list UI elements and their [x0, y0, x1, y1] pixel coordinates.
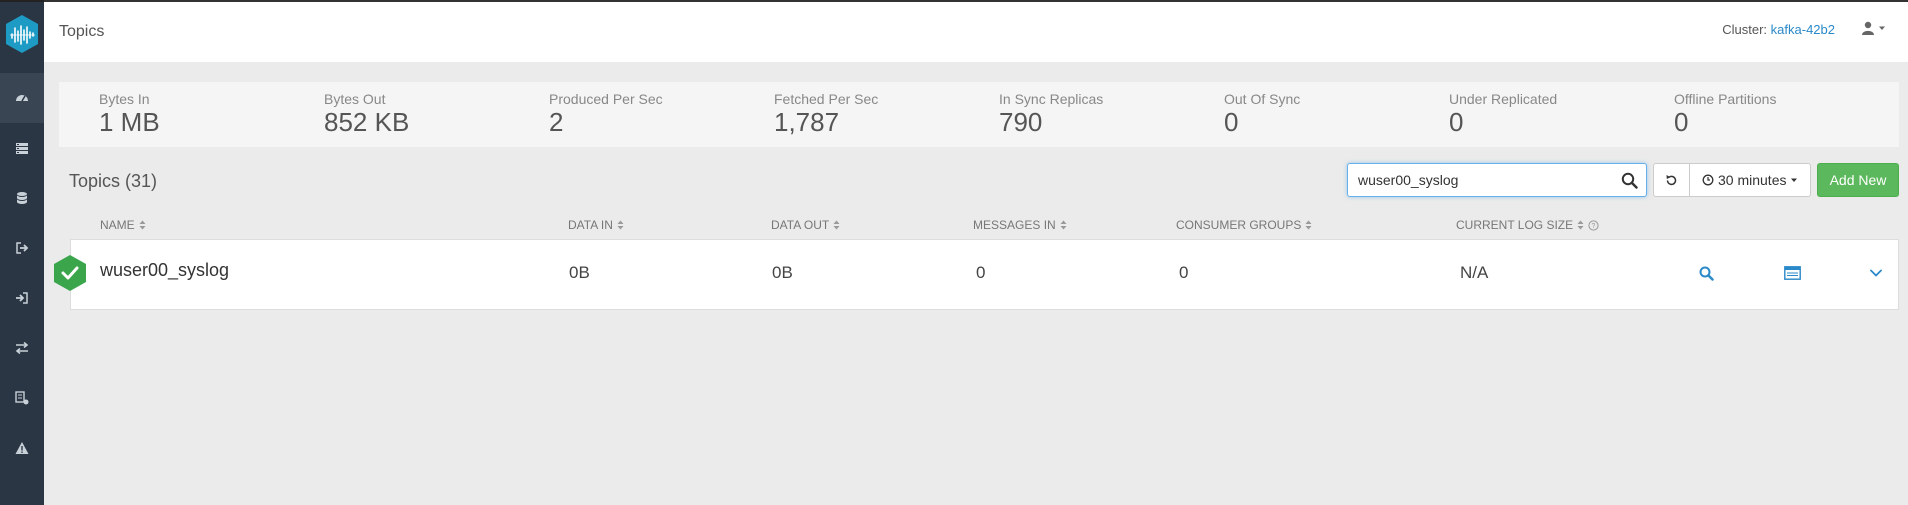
logo-icon	[6, 15, 38, 53]
cell-messages-in: 0	[976, 263, 986, 282]
search-box	[1347, 163, 1647, 197]
time-controls: 30 minutes	[1653, 163, 1812, 197]
inspect-topic-button[interactable]	[1697, 264, 1715, 282]
search-icon	[1621, 172, 1638, 189]
stat-value: 0	[1449, 107, 1464, 137]
view-messages-button[interactable]	[1783, 264, 1801, 282]
stat-out-of-sync: Out Of Sync 0	[1224, 91, 1300, 136]
column-label: CONSUMER GROUPS	[1176, 218, 1302, 232]
chevron-down-icon	[1870, 269, 1882, 277]
user-icon	[1862, 21, 1874, 35]
search-icon	[1699, 266, 1714, 281]
stat-label: Offline Partitions	[1674, 91, 1777, 107]
column-label: MESSAGES IN	[973, 218, 1056, 232]
stat-bytes-out: Bytes Out 852 KB	[324, 91, 409, 136]
sign-in-icon	[16, 292, 28, 304]
time-range-label: 30 minutes	[1718, 172, 1787, 188]
stat-bytes-in: Bytes In 1 MB	[99, 91, 160, 136]
stat-label: Under Replicated	[1449, 91, 1558, 107]
refresh-icon	[1666, 174, 1677, 185]
svg-text:?: ?	[1592, 223, 1596, 230]
sort-icon	[139, 220, 146, 230]
warning-icon	[15, 442, 29, 454]
sidebar-item-consumers[interactable]	[0, 273, 44, 323]
app-logo[interactable]	[0, 4, 44, 64]
column-header-data-in[interactable]: DATA IN	[568, 218, 624, 232]
help-icon[interactable]: ?	[1588, 219, 1599, 231]
stat-value: 790	[999, 107, 1043, 137]
cell-consumer-groups: 0	[1179, 263, 1189, 282]
clock-icon	[1702, 174, 1714, 186]
cell-data-in: 0B	[569, 263, 590, 282]
refresh-button[interactable]	[1654, 164, 1690, 196]
sort-icon	[1577, 220, 1584, 230]
column-header-consumer-groups[interactable]: CONSUMER GROUPS	[1176, 218, 1312, 232]
sidebar-item-dashboard[interactable]	[0, 73, 44, 123]
status-healthy-icon	[54, 255, 86, 291]
sidebar-item-schemas[interactable]	[0, 373, 44, 423]
sort-icon	[833, 220, 840, 230]
sidebar-item-producers[interactable]	[0, 223, 44, 273]
column-header-current-log-size[interactable]: CURRENT LOG SIZE ?	[1456, 218, 1599, 232]
schema-icon	[15, 391, 29, 405]
search-input[interactable]	[1348, 164, 1610, 196]
stat-label: Fetched Per Sec	[774, 91, 879, 107]
sidebar-item-replication[interactable]	[0, 323, 44, 373]
stat-value: 2	[549, 107, 564, 137]
stat-value: 0	[1224, 107, 1239, 137]
expand-row-button[interactable]	[1867, 264, 1885, 282]
topic-name-link[interactable]: wuser00_syslog	[100, 260, 229, 281]
stats-bar: Bytes In 1 MB Bytes Out 852 KB Produced …	[59, 82, 1899, 147]
stat-value: 852 KB	[324, 107, 410, 137]
browser-window-icon	[1783, 266, 1801, 280]
cell-data-out: 0B	[772, 263, 793, 282]
column-label: DATA OUT	[771, 218, 830, 232]
dashboard-icon	[16, 95, 28, 102]
stat-label: Out Of Sync	[1224, 91, 1301, 107]
stat-label: Produced Per Sec	[549, 91, 663, 107]
user-menu[interactable]	[1861, 21, 1886, 35]
cluster-selector: Cluster: kafka-42b2	[1722, 22, 1835, 37]
top-header: Topics Cluster: kafka-42b2	[44, 0, 1908, 62]
stat-value: 0	[1674, 107, 1689, 137]
sort-icon	[617, 220, 624, 230]
stat-label: Bytes Out	[324, 91, 386, 107]
cell-log-size: N/A	[1460, 263, 1489, 282]
sort-icon	[1305, 220, 1312, 230]
stat-produced-per-sec: Produced Per Sec 2	[549, 91, 663, 136]
column-header-data-out[interactable]: DATA OUT	[771, 218, 840, 232]
page-title: Topics	[59, 23, 105, 40]
stat-offline-partitions: Offline Partitions 0	[1674, 91, 1776, 136]
stat-value: 1,787	[774, 107, 840, 137]
column-header-messages-in[interactable]: MESSAGES IN	[973, 218, 1067, 232]
cluster-link[interactable]: kafka-42b2	[1771, 22, 1835, 37]
sidebar-item-topics[interactable]	[0, 173, 44, 223]
stat-label: Bytes In	[99, 91, 150, 107]
sign-out-icon	[16, 242, 29, 254]
sort-icon	[1060, 220, 1067, 230]
sidebar-item-alerts[interactable]	[0, 423, 44, 473]
topics-count-title: Topics (31)	[69, 171, 158, 191]
caret-down-icon	[1791, 178, 1798, 182]
exchange-icon	[15, 341, 29, 355]
database-icon	[17, 192, 27, 204]
stat-label: In Sync Replicas	[999, 91, 1104, 107]
search-button[interactable]	[1621, 172, 1638, 194]
column-header-name[interactable]: NAME	[100, 218, 146, 232]
column-label: NAME	[100, 218, 135, 232]
caret-down-icon	[1879, 26, 1885, 30]
stat-fetched-per-sec: Fetched Per Sec 1,787	[774, 91, 878, 136]
column-label: DATA IN	[568, 218, 613, 232]
time-range-dropdown[interactable]: 30 minutes	[1690, 164, 1810, 196]
sidebar-item-brokers[interactable]	[0, 123, 44, 173]
stat-in-sync-replicas: In Sync Replicas 790	[999, 91, 1103, 136]
add-new-button[interactable]: Add New	[1817, 163, 1899, 197]
column-label: CURRENT LOG SIZE	[1456, 218, 1574, 232]
sidebar	[0, 0, 44, 505]
stat-value: 1 MB	[99, 107, 160, 137]
brokers-icon	[16, 143, 28, 154]
stat-under-replicated: Under Replicated 0	[1449, 91, 1557, 136]
cluster-label: Cluster:	[1722, 22, 1768, 37]
